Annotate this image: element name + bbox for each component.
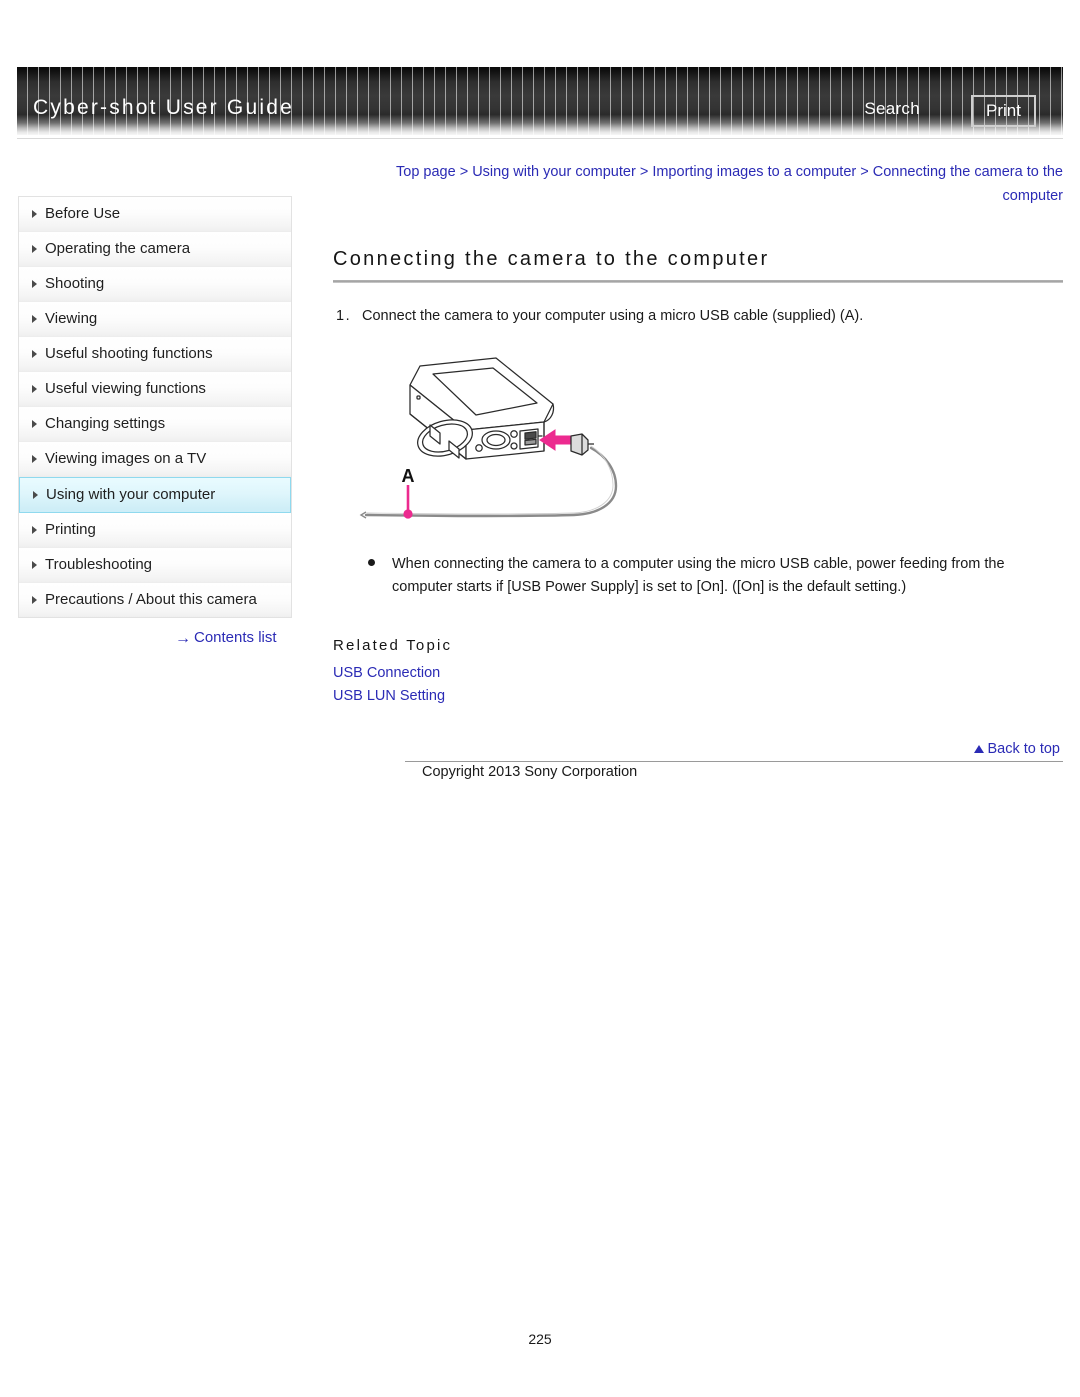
note-text: When connecting the camera to a computer… bbox=[392, 556, 1005, 595]
triangle-right-icon bbox=[32, 420, 37, 428]
sidebar-item-label: Shooting bbox=[45, 275, 105, 292]
sidebar-item-label: Before Use bbox=[45, 205, 121, 222]
page-title: Connecting the camera to the computer bbox=[333, 248, 770, 270]
sidebar-item-label: Troubleshooting bbox=[45, 556, 153, 573]
triangle-right-icon bbox=[32, 561, 37, 569]
app-title: Cyber-shot User Guide bbox=[33, 96, 294, 119]
triangle-right-icon bbox=[32, 526, 37, 534]
sidebar-item-label: Changing settings bbox=[45, 415, 166, 432]
sidebar-item-label: Viewing bbox=[45, 310, 98, 327]
breadcrumb-item-current[interactable]: Connecting the camera to the computer bbox=[873, 164, 1063, 204]
triangle-right-icon bbox=[32, 245, 37, 253]
breadcrumb-item-top-page[interactable]: Top page bbox=[396, 164, 456, 180]
breadcrumb-item-importing-images[interactable]: Importing images to a computer bbox=[652, 164, 856, 180]
step-number: 1. bbox=[336, 308, 352, 324]
arrow-right-icon: → bbox=[175, 630, 191, 647]
search-button[interactable]: Search bbox=[864, 99, 920, 119]
bullet-dot-icon bbox=[368, 559, 375, 566]
sidebar-item-before-use[interactable]: Before Use bbox=[19, 197, 291, 232]
sidebar-item-label: Printing bbox=[45, 521, 96, 538]
sidebar-item-using-with-your-computer[interactable]: Using with your computer bbox=[19, 477, 291, 513]
step-item-1: 1. Connect the camera to your computer us… bbox=[336, 305, 1066, 327]
sidebar-item-changing-settings[interactable]: Changing settings bbox=[19, 407, 291, 442]
related-link-usb-connection[interactable]: USB Connection bbox=[333, 662, 445, 685]
triangle-right-icon bbox=[32, 315, 37, 323]
sidebar-item-troubleshooting[interactable]: Troubleshooting bbox=[19, 548, 291, 583]
sidebar-item-label: Operating the camera bbox=[45, 240, 191, 257]
sidebar-item-viewing-images-on-a-tv[interactable]: Viewing images on a TV bbox=[19, 442, 291, 477]
breadcrumb: Top page > Using with your computer > Im… bbox=[333, 160, 1063, 208]
triangle-right-icon bbox=[32, 455, 37, 463]
triangle-right-icon bbox=[33, 491, 38, 499]
triangle-up-icon bbox=[974, 745, 985, 753]
back-to-top-label: Back to top bbox=[987, 741, 1060, 757]
camera-illustration-svg: A bbox=[359, 357, 618, 519]
breadcrumb-separator: > bbox=[459, 164, 469, 180]
step-text: Connect the camera to your computer usin… bbox=[362, 308, 864, 324]
page-number: 225 bbox=[528, 1331, 552, 1347]
related-link-usb-lun-setting[interactable]: USB LUN Setting bbox=[333, 685, 445, 708]
triangle-right-icon bbox=[32, 280, 37, 288]
sidebar-item-useful-viewing-functions[interactable]: Useful viewing functions bbox=[19, 372, 291, 407]
triangle-right-icon bbox=[32, 210, 37, 218]
heading-divider bbox=[333, 280, 1063, 283]
figure-label-a: A bbox=[402, 466, 415, 486]
sidebar-item-viewing[interactable]: Viewing bbox=[19, 302, 291, 337]
callout-a bbox=[403, 485, 413, 519]
sidebar-item-label: Precautions / About this camera bbox=[45, 591, 257, 608]
breadcrumb-item-using-with-your-computer[interactable]: Using with your computer bbox=[472, 164, 636, 180]
footer-divider bbox=[405, 761, 1063, 762]
contents-list-label: Contents list bbox=[194, 629, 277, 646]
triangle-right-icon bbox=[32, 385, 37, 393]
sidebar-item-operating-the-camera[interactable]: Operating the camera bbox=[19, 232, 291, 267]
back-to-top-link[interactable]: Back to top bbox=[974, 741, 1060, 757]
sidebar-item-useful-shooting-functions[interactable]: Useful shooting functions bbox=[19, 337, 291, 372]
sidebar-item-printing[interactable]: Printing bbox=[19, 513, 291, 548]
contents-list-link[interactable]: → Contents list bbox=[175, 629, 277, 647]
sidebar-item-label: Using with your computer bbox=[46, 486, 216, 503]
header-baseline-divider bbox=[17, 138, 1063, 139]
breadcrumb-separator: > bbox=[639, 164, 649, 180]
note-bullet-item: When connecting the camera to a computer… bbox=[368, 553, 1063, 599]
sidebar-item-label: Useful viewing functions bbox=[45, 380, 206, 397]
sidebar-item-label: Viewing images on a TV bbox=[45, 450, 207, 467]
print-button[interactable]: Print bbox=[971, 95, 1036, 128]
sidebar-item-shooting[interactable]: Shooting bbox=[19, 267, 291, 302]
copyright-text: Copyright 2013 Sony Corporation bbox=[422, 764, 638, 780]
sidebar-item-label: Useful shooting functions bbox=[45, 345, 213, 362]
camera-usb-connection-illustration: A bbox=[348, 352, 648, 542]
sidebar-navigation: Before Use Operating the camera Shooting… bbox=[18, 196, 292, 618]
related-topic-heading: Related Topic bbox=[333, 637, 453, 654]
related-topic-links: USB Connection USB LUN Setting bbox=[333, 662, 445, 708]
triangle-right-icon bbox=[32, 596, 37, 604]
breadcrumb-separator: > bbox=[860, 164, 869, 180]
sidebar-item-precautions-about-this-camera[interactable]: Precautions / About this camera bbox=[19, 583, 291, 617]
triangle-right-icon bbox=[32, 350, 37, 358]
